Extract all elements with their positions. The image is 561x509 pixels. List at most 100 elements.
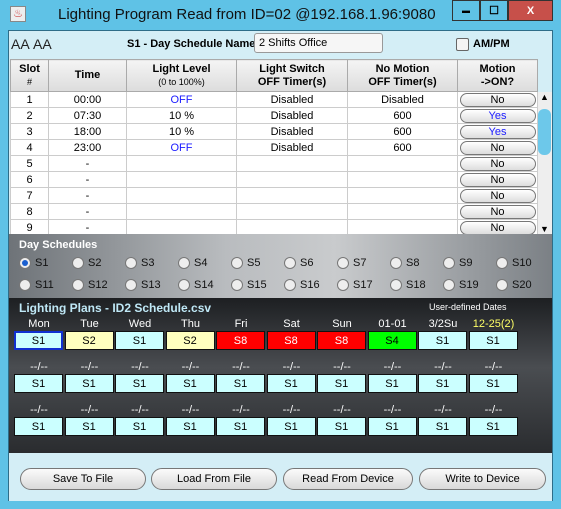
- radio-indicator[interactable]: [178, 257, 190, 269]
- day-schedule-radio-s5[interactable]: S5: [231, 257, 260, 269]
- no-motion-timer-cell[interactable]: [347, 203, 458, 220]
- plan-schedule-cell[interactable]: S1: [14, 374, 63, 393]
- table-row[interactable]: 8 - No: [10, 203, 538, 220]
- plan-schedule-cell[interactable]: S1: [165, 374, 215, 393]
- maximize-button[interactable]: ☐: [480, 0, 508, 21]
- day-schedule-radio-s18[interactable]: S18: [390, 279, 426, 291]
- no-motion-timer-cell[interactable]: [347, 171, 458, 188]
- radio-indicator[interactable]: [231, 257, 243, 269]
- light-switch-timer-cell[interactable]: [236, 187, 348, 204]
- table-row[interactable]: 4 23:00 OFF Disabled 600 No: [10, 139, 538, 156]
- time-cell[interactable]: 07:30: [48, 107, 127, 124]
- motion-toggle-button[interactable]: No: [459, 220, 536, 235]
- plan-schedule-cell[interactable]: S1: [317, 417, 366, 436]
- light-switch-timer-cell[interactable]: Disabled: [236, 123, 348, 140]
- save-to-file-button[interactable]: Save To File: [20, 468, 146, 490]
- light-level-cell[interactable]: OFF: [126, 139, 237, 156]
- day-schedule-radio-s17[interactable]: S17: [337, 279, 373, 291]
- light-switch-timer-cell[interactable]: [236, 203, 348, 220]
- time-cell[interactable]: 00:00: [48, 91, 127, 108]
- write-to-device-button[interactable]: Write to Device: [419, 468, 546, 490]
- time-cell[interactable]: -: [48, 203, 127, 220]
- light-level-cell[interactable]: [126, 187, 237, 204]
- plan-schedule-cell[interactable]: S8: [317, 331, 366, 350]
- day-schedule-radio-s11[interactable]: S11: [19, 279, 54, 291]
- radio-indicator[interactable]: [443, 257, 455, 269]
- radio-indicator[interactable]: [390, 279, 402, 291]
- plan-schedule-cell[interactable]: S1: [367, 374, 417, 393]
- radio-indicator[interactable]: [496, 279, 508, 291]
- plan-schedule-cell[interactable]: S8: [216, 331, 265, 350]
- plan-schedule-cell[interactable]: S1: [165, 417, 215, 436]
- motion-toggle-button[interactable]: No: [459, 204, 536, 219]
- plan-schedule-cell[interactable]: S1: [468, 331, 518, 350]
- plan-schedule-cell[interactable]: S1: [317, 374, 366, 393]
- radio-indicator[interactable]: [284, 257, 296, 269]
- schedule-name-input[interactable]: [254, 33, 383, 53]
- no-motion-timer-cell[interactable]: [347, 187, 458, 204]
- motion-toggle-button[interactable]: No: [459, 172, 536, 187]
- light-level-cell[interactable]: 10 %: [126, 123, 237, 140]
- radio-indicator[interactable]: [337, 279, 349, 291]
- light-level-cell[interactable]: [126, 155, 237, 172]
- motion-toggle-button[interactable]: Yes: [459, 108, 536, 123]
- plan-schedule-cell[interactable]: S1: [418, 374, 467, 393]
- plan-schedule-cell[interactable]: S1: [418, 417, 467, 436]
- time-cell[interactable]: -: [48, 155, 127, 172]
- day-schedule-radio-s1[interactable]: S1: [19, 257, 48, 269]
- light-switch-timer-cell[interactable]: [236, 171, 348, 188]
- radio-indicator[interactable]: [390, 257, 402, 269]
- motion-toggle-button[interactable]: No: [459, 156, 536, 171]
- light-level-cell[interactable]: OFF: [126, 91, 237, 108]
- radio-indicator[interactable]: [231, 279, 243, 291]
- light-switch-timer-cell[interactable]: Disabled: [236, 107, 348, 124]
- plan-schedule-cell[interactable]: S1: [216, 374, 265, 393]
- plan-schedule-cell[interactable]: S1: [115, 331, 164, 350]
- load-from-file-button[interactable]: Load From File: [151, 468, 277, 490]
- day-schedule-radio-s8[interactable]: S8: [390, 257, 419, 269]
- radio-indicator[interactable]: [72, 257, 84, 269]
- minimize-button[interactable]: ▬: [452, 0, 480, 21]
- time-cell[interactable]: -: [48, 187, 127, 204]
- plan-schedule-cell[interactable]: S1: [418, 331, 467, 350]
- day-schedule-radio-s12[interactable]: S12: [72, 279, 108, 291]
- plan-schedule-cell[interactable]: S1: [14, 331, 63, 350]
- plan-schedule-cell[interactable]: S8: [266, 331, 316, 350]
- scroll-up-icon[interactable]: ▲: [540, 92, 549, 102]
- time-cell[interactable]: 18:00: [48, 123, 127, 140]
- plan-schedule-cell[interactable]: S1: [64, 374, 114, 393]
- light-level-cell[interactable]: [126, 171, 237, 188]
- light-switch-timer-cell[interactable]: Disabled: [236, 91, 348, 108]
- plan-schedule-cell[interactable]: S2: [64, 331, 114, 350]
- light-switch-timer-cell[interactable]: [236, 155, 348, 172]
- day-schedule-radio-s3[interactable]: S3: [125, 257, 154, 269]
- day-schedule-radio-s19[interactable]: S19: [443, 279, 479, 291]
- time-cell[interactable]: -: [48, 171, 127, 188]
- radio-indicator[interactable]: [19, 279, 31, 291]
- plan-schedule-cell[interactable]: S2: [165, 331, 215, 350]
- table-row[interactable]: 6 - No: [10, 171, 538, 188]
- motion-toggle-button[interactable]: No: [459, 140, 536, 155]
- day-schedule-radio-s10[interactable]: S10: [496, 257, 532, 269]
- no-motion-timer-cell[interactable]: 600: [347, 139, 458, 156]
- radio-indicator[interactable]: [125, 279, 137, 291]
- radio-indicator[interactable]: [125, 257, 137, 269]
- no-motion-timer-cell[interactable]: 600: [347, 123, 458, 140]
- font-increase-icon[interactable]: AA: [11, 36, 30, 52]
- light-level-cell[interactable]: 10 %: [126, 107, 237, 124]
- plan-schedule-cell[interactable]: S1: [64, 417, 114, 436]
- table-row[interactable]: 2 07:30 10 % Disabled 600 Yes: [10, 107, 538, 124]
- table-row[interactable]: 1 00:00 OFF Disabled Disabled No: [10, 91, 538, 108]
- plan-schedule-cell[interactable]: S1: [216, 417, 265, 436]
- radio-indicator[interactable]: [19, 257, 31, 269]
- day-schedule-radio-s7[interactable]: S7: [337, 257, 366, 269]
- plan-schedule-cell[interactable]: S1: [266, 374, 316, 393]
- radio-indicator[interactable]: [72, 279, 84, 291]
- day-schedule-radio-s13[interactable]: S13: [125, 279, 161, 291]
- table-row[interactable]: 3 18:00 10 % Disabled 600 Yes: [10, 123, 538, 140]
- day-schedule-radio-s6[interactable]: S6: [284, 257, 313, 269]
- radio-indicator[interactable]: [443, 279, 455, 291]
- plan-schedule-cell[interactable]: S1: [367, 417, 417, 436]
- radio-indicator[interactable]: [178, 279, 190, 291]
- motion-toggle-button[interactable]: Yes: [459, 124, 536, 139]
